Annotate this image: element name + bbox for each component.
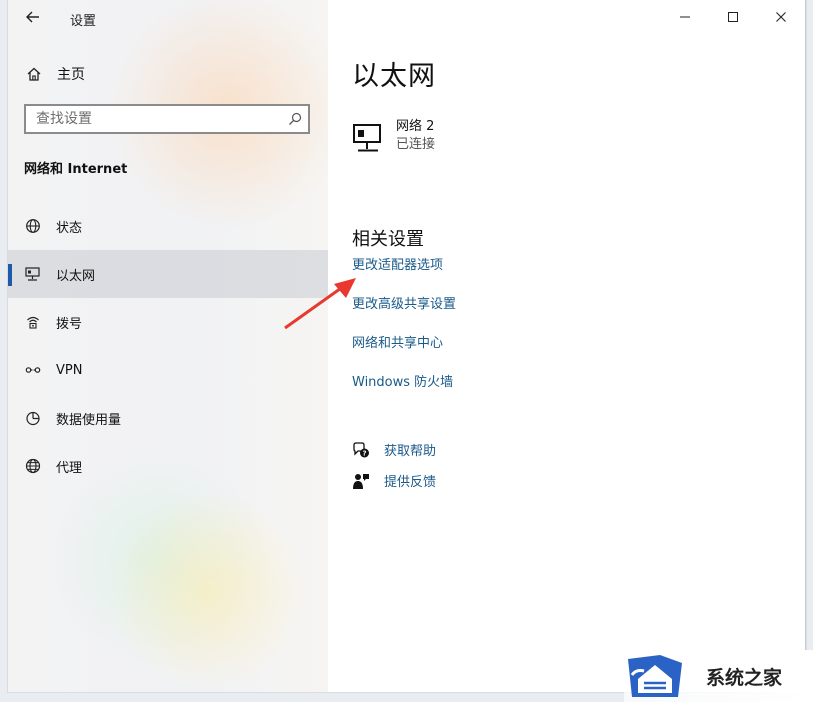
sidebar-item-proxy[interactable]: 代理	[8, 442, 328, 490]
get-help-link[interactable]: ? 获取帮助	[352, 440, 436, 459]
sidebar-item-vpn[interactable]: VPN	[8, 346, 328, 394]
feedback-icon	[353, 473, 369, 489]
back-button[interactable]	[22, 6, 44, 28]
maximize-icon	[728, 12, 738, 22]
sidebar-item-label: 代理	[56, 460, 83, 476]
settings-window: 设置 主页 网络和 Internet	[8, 0, 806, 692]
house-logo-icon	[628, 655, 682, 697]
maximize-button[interactable]	[709, 0, 757, 34]
feedback-link[interactable]: 提供反馈	[352, 471, 436, 490]
sidebar-nav: 状态 以太网 拨号 VPN 数据使用量 代理	[8, 202, 328, 490]
search-input[interactable]	[26, 106, 286, 132]
sidebar-item-home[interactable]: 主页	[8, 57, 328, 91]
help-chat-icon: ?	[353, 441, 369, 457]
close-icon	[776, 12, 786, 22]
minimize-button[interactable]	[661, 0, 709, 34]
section-title: 网络和 Internet	[24, 162, 128, 177]
main-content: 以太网 网络 2 已连接 相关设置 更改适配器选项 更改高级共享设置 网络和共享…	[328, 0, 805, 692]
search-icon[interactable]	[288, 112, 302, 126]
windows-firewall-link[interactable]: Windows 防火墙	[352, 373, 456, 412]
globe-icon	[24, 457, 42, 475]
titlebar: 设置	[8, 0, 328, 36]
sidebar: 设置 主页 网络和 Internet	[8, 0, 328, 692]
globe-status-icon	[24, 217, 42, 235]
dialup-icon	[24, 313, 42, 331]
watermark: 系统之家	[624, 650, 813, 702]
back-arrow-icon	[26, 11, 39, 23]
ethernet-network-icon	[353, 124, 381, 152]
related-links: 更改适配器选项 更改高级共享设置 网络和共享中心 Windows 防火墙	[352, 256, 456, 412]
search-box[interactable]	[24, 104, 310, 134]
network-name: 网络 2	[396, 119, 435, 134]
feedback-label: 提供反馈	[384, 475, 437, 490]
home-label: 主页	[57, 67, 85, 83]
change-adapter-options-link[interactable]: 更改适配器选项	[352, 256, 456, 295]
sidebar-item-ethernet[interactable]: 以太网	[8, 250, 328, 298]
minimize-icon	[680, 16, 690, 18]
related-settings-title: 相关设置	[352, 229, 424, 250]
page-title: 以太网	[352, 61, 436, 92]
sidebar-item-data-usage[interactable]: 数据使用量	[8, 394, 328, 442]
sidebar-item-status[interactable]: 状态	[8, 202, 328, 250]
advanced-sharing-link[interactable]: 更改高级共享设置	[352, 295, 456, 334]
window-controls	[661, 0, 805, 34]
app-title: 设置	[70, 14, 97, 29]
ethernet-icon	[24, 265, 42, 283]
svg-text:?: ?	[362, 449, 366, 457]
home-icon	[25, 65, 43, 83]
sidebar-item-label: VPN	[56, 362, 83, 378]
data-usage-icon	[24, 409, 42, 427]
sidebar-item-label: 以太网	[56, 268, 96, 284]
watermark-text: 系统之家	[706, 666, 783, 689]
vpn-icon	[24, 361, 42, 379]
network-sharing-center-link[interactable]: 网络和共享中心	[352, 334, 456, 373]
sidebar-item-label: 状态	[56, 220, 83, 236]
close-button[interactable]	[757, 0, 805, 34]
network-status: 已连接	[396, 137, 436, 152]
help-label: 获取帮助	[384, 444, 437, 459]
sidebar-item-label: 数据使用量	[56, 412, 122, 428]
sidebar-item-label: 拨号	[56, 316, 83, 332]
network-connection[interactable]: 网络 2 已连接	[352, 118, 435, 156]
sidebar-item-dialup[interactable]: 拨号	[8, 298, 328, 346]
